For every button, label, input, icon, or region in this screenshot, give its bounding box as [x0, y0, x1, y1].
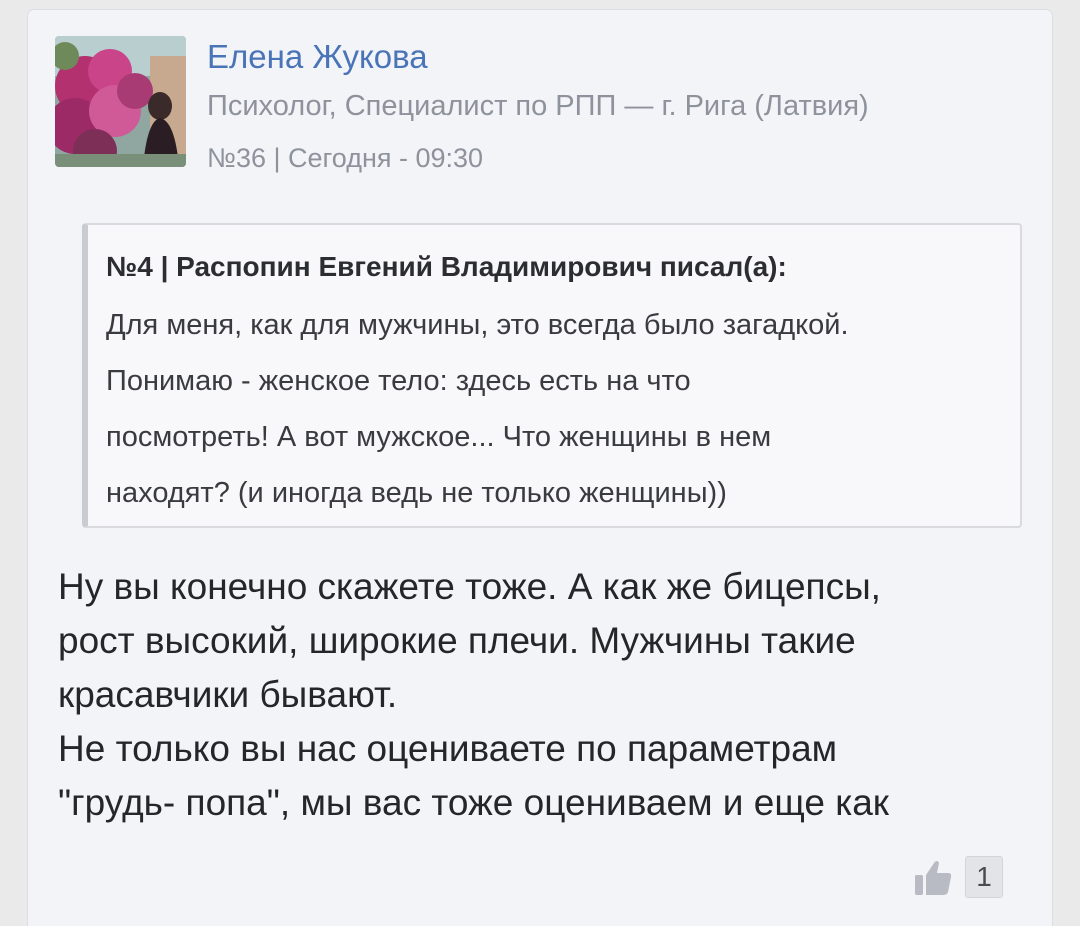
message-line: Не только вы нас оцениваете по параметра… [58, 728, 838, 769]
quote-line: находят? (и иногда ведь не только женщин… [106, 477, 727, 509]
message-line: рост высокий, широкие плечи. Мужчины так… [58, 620, 856, 661]
message-line: Ну вы конечно скажете тоже. А как же биц… [58, 566, 881, 607]
like-control: 1 [911, 855, 1003, 899]
message-line: красавчики бывают. [58, 674, 398, 715]
thumbs-up-icon[interactable] [911, 855, 955, 899]
author-role: Психолог, Специалист по РПП — г. Рига (Л… [207, 90, 869, 122]
quote-header: №4 | Распопин Евгений Владимирович писал… [106, 251, 787, 282]
avatar-photo [55, 36, 186, 167]
like-count: 1 [965, 856, 1003, 898]
quote-body: Для меня, как для мужчины, это всегда бы… [106, 297, 1016, 521]
post-message: Ну вы конечно скажете тоже. А как же биц… [58, 560, 1038, 830]
author-name[interactable]: Елена Жукова [207, 38, 428, 76]
quote-line: Для меня, как для мужчины, это всегда бы… [106, 309, 849, 341]
message-line: "грудь- попа", мы вас тоже оцениваем и е… [58, 782, 889, 823]
quoted-message: №4 | Распопин Евгений Владимирович писал… [82, 223, 1022, 528]
quote-line: Понимаю - женское тело: здесь есть на чт… [106, 365, 691, 397]
post-meta: №36 | Сегодня - 09:30 [207, 143, 484, 173]
forum-post-card: Елена Жукова Психолог, Специалист по РПП… [28, 10, 1052, 926]
author-avatar[interactable] [55, 36, 186, 167]
quote-line: посмотреть! А вот мужское... Что женщины… [106, 421, 772, 453]
